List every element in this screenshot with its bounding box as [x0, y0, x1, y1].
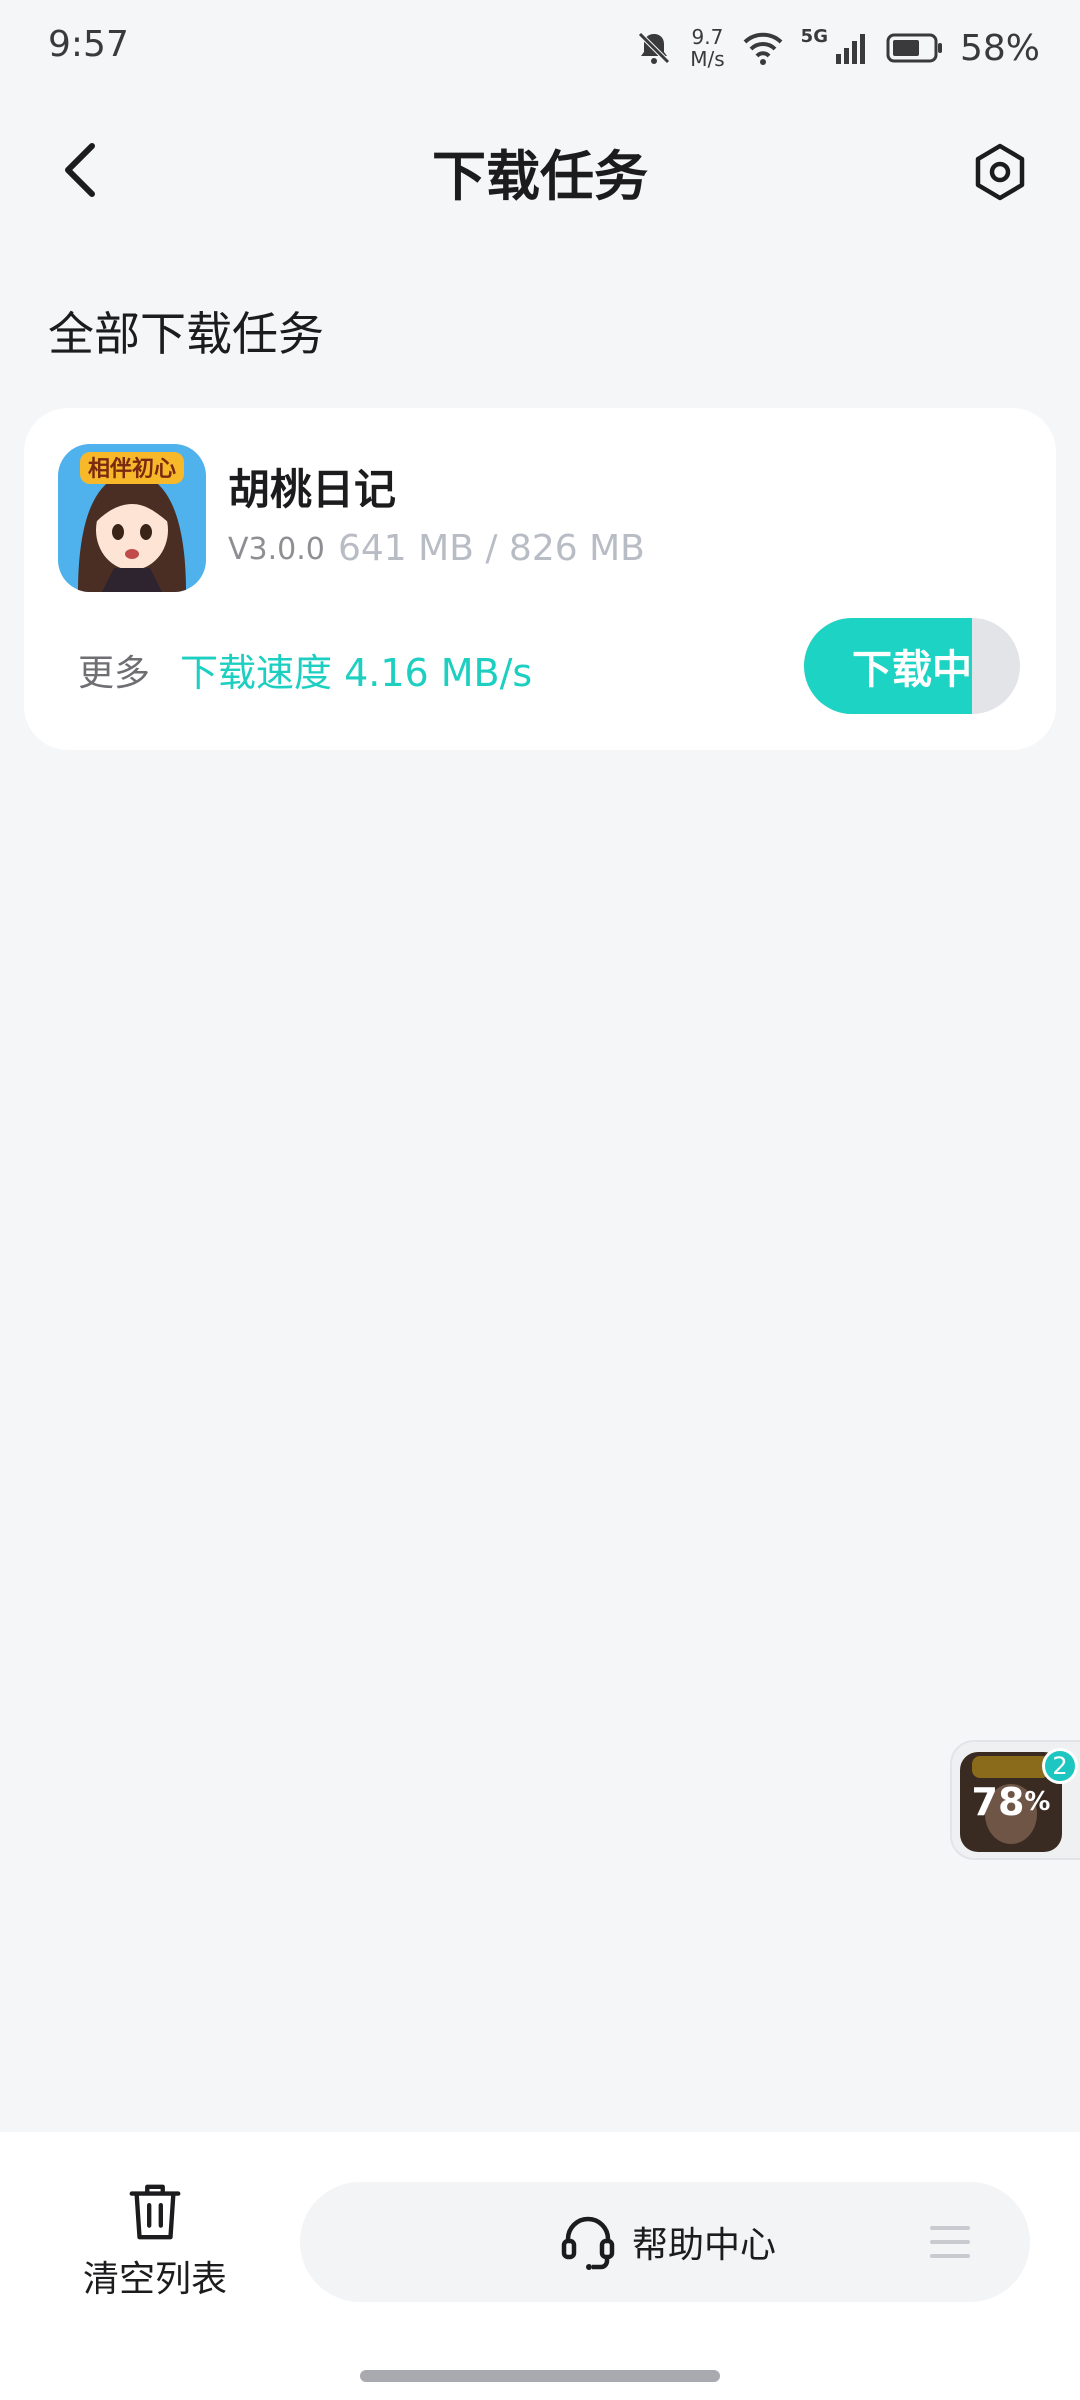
home-indicator[interactable]	[360, 2370, 720, 2382]
app-version: V3.0.0	[228, 532, 325, 567]
network-type: 5G	[800, 26, 828, 47]
hexagon-settings-icon	[975, 143, 1025, 201]
help-center-label: 帮助中心	[632, 2225, 777, 2266]
section-title: 全部下载任务	[48, 307, 324, 361]
battery-icon	[886, 33, 942, 63]
bottom-bar: 清空列表 帮助中心	[0, 2132, 1080, 2400]
page-title: 下载任务	[432, 145, 648, 208]
settings-button[interactable]	[960, 132, 1040, 212]
app-icon-text: 相伴初心	[88, 456, 176, 482]
download-size: 641 MB / 826 MB	[338, 528, 645, 569]
net-speed-value: 9.7	[691, 25, 724, 49]
download-speed: 下载速度 4.16 MB/s	[180, 651, 533, 695]
bell-muted-icon	[638, 32, 671, 64]
floating-progress-unit: %	[1024, 1787, 1051, 1817]
download-task-card[interactable]: 相伴初心 胡桃日记 V3.0.0 641 MB / 826 MB 更多 下载速度…	[24, 408, 1056, 750]
help-center-button[interactable]: 帮助中心	[560, 2212, 776, 2272]
menu-icon[interactable]	[930, 2224, 970, 2260]
signal-icon	[835, 34, 865, 64]
trash-icon	[129, 2184, 181, 2240]
floating-download-widget[interactable]: 78 % 2	[950, 1740, 1080, 1860]
task-count-badge: 2	[1042, 1748, 1078, 1784]
app-icon: 相伴初心	[58, 444, 206, 592]
clear-list-button[interactable]: 清空列表	[50, 2182, 260, 2302]
status-icons: 9.7 M/s 5G 58%	[634, 22, 1040, 74]
more-button[interactable]: 更多	[78, 644, 150, 696]
header: 下载任务	[0, 110, 1080, 230]
wifi-icon	[743, 32, 783, 65]
status-bar: 9:57 9.7 M/s 5G 58%	[0, 0, 1080, 96]
help-center-bar[interactable]: 帮助中心	[300, 2182, 1030, 2302]
clear-list-label: 清空列表	[82, 2259, 227, 2300]
floating-progress-percent: 78	[971, 1780, 1025, 1824]
status-time: 9:57	[48, 24, 129, 65]
net-speed-unit: M/s	[690, 47, 725, 71]
headset-icon	[561, 2216, 615, 2270]
download-tasks-screen: 9:57 9.7 M/s 5G 58% 下载任务 全部下载任务 相伴初心 胡桃日…	[0, 0, 1080, 2400]
battery-percent: 58%	[959, 27, 1040, 69]
download-status-button[interactable]: 下载中	[804, 618, 1020, 714]
download-status-label: 下载中	[852, 647, 972, 693]
net-speed: 9.7 M/s	[690, 26, 724, 70]
app-name: 胡桃日记	[228, 465, 397, 514]
